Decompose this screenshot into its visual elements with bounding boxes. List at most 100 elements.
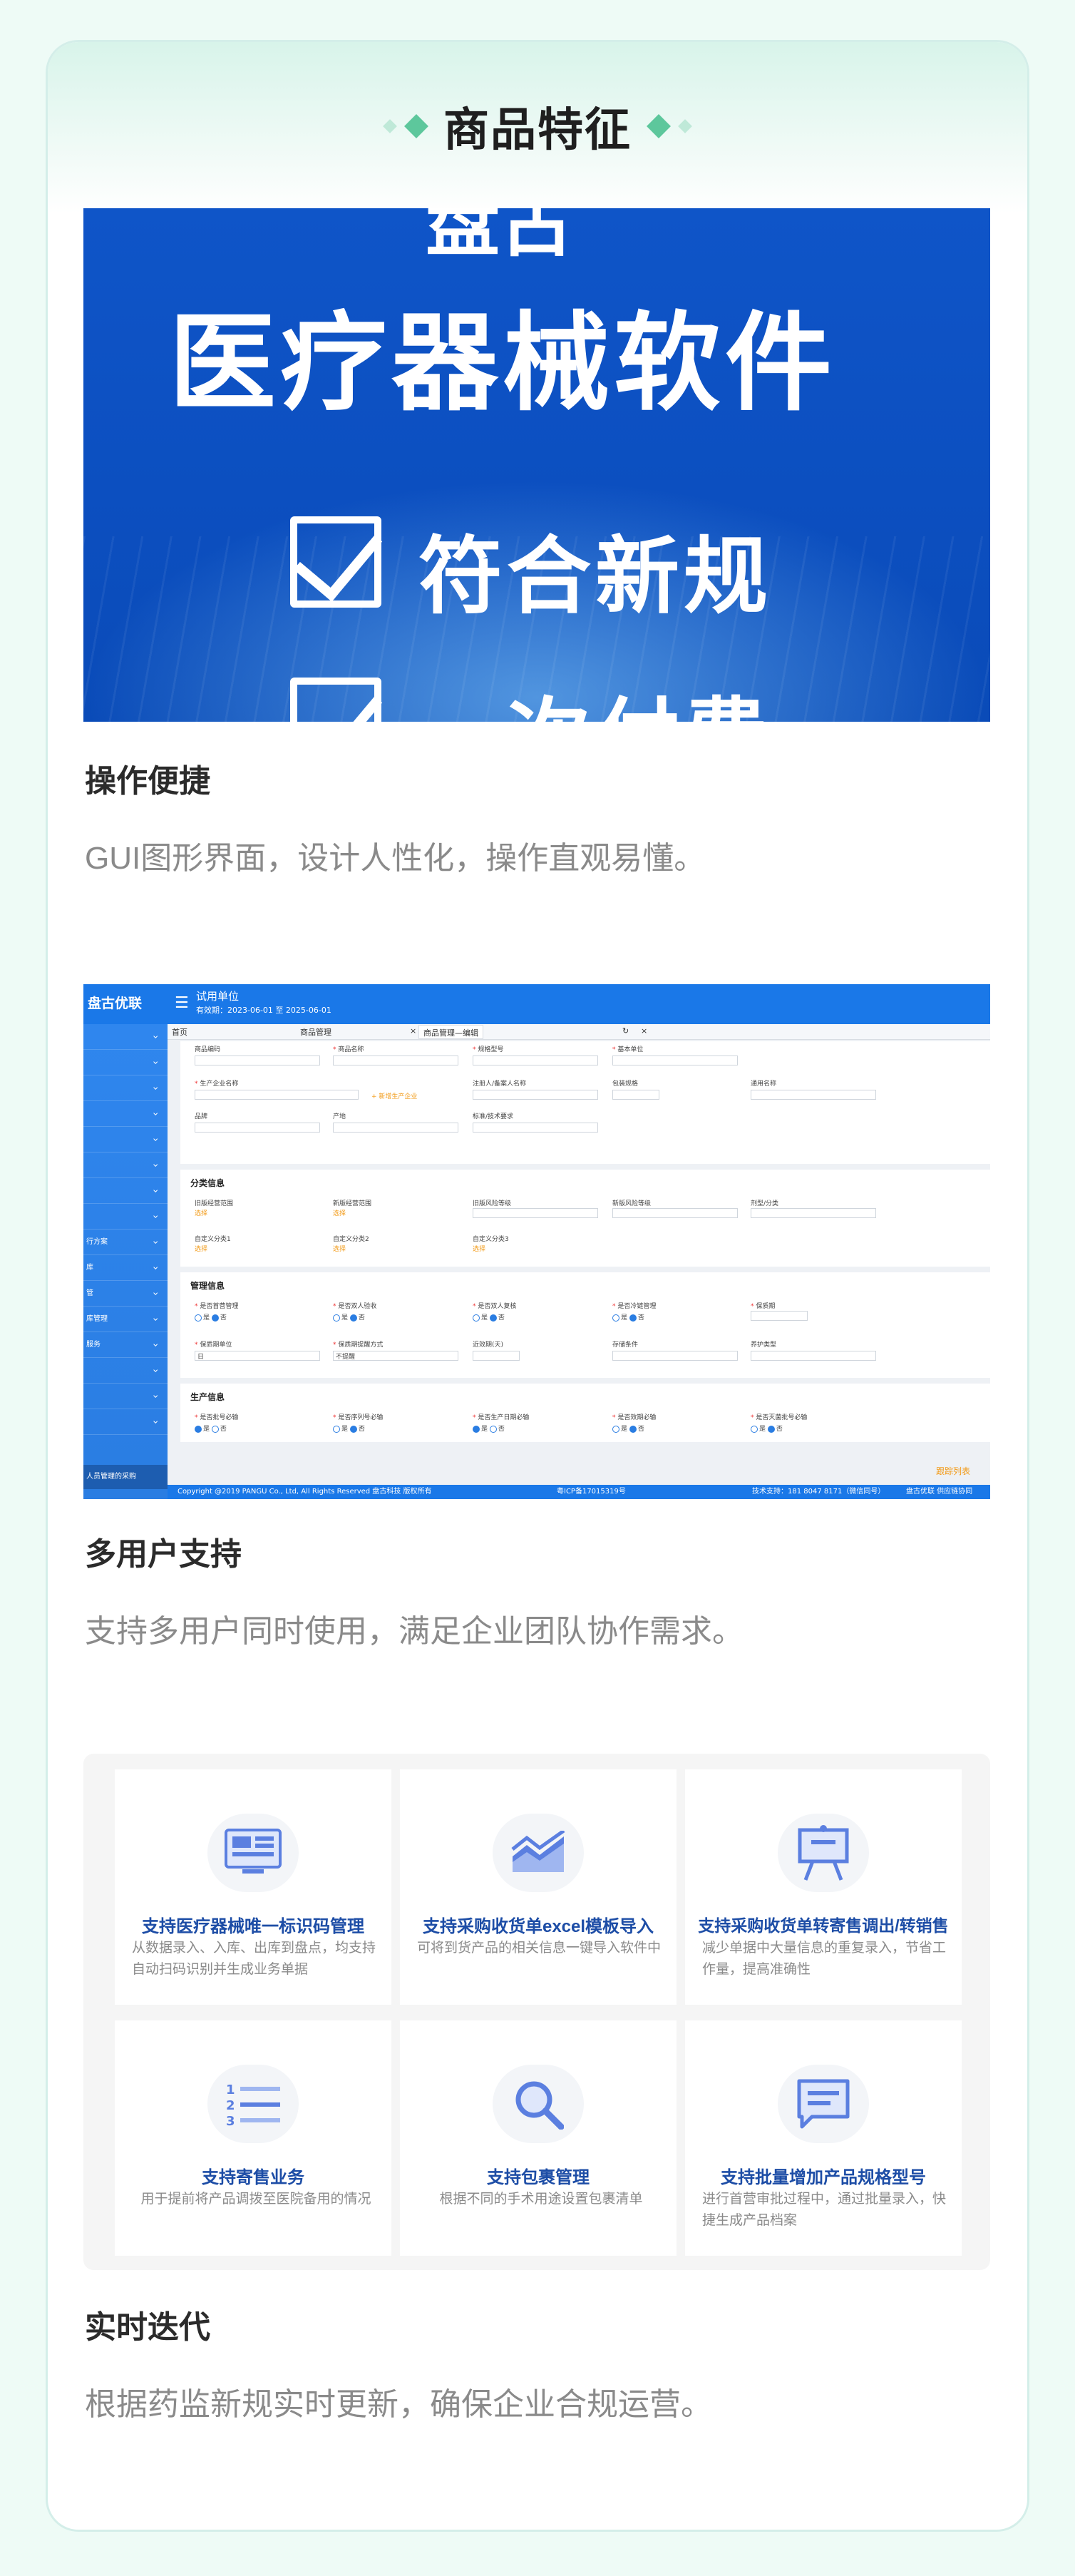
field-label: * 是否双人验收 — [333, 1303, 377, 1310]
menu-icon: ☰ — [175, 994, 189, 1012]
app-tab-home: 首页 — [172, 1028, 187, 1037]
hero-main-text: 医疗器械软件 — [169, 302, 837, 426]
field-label: 近效期(天) — [473, 1341, 504, 1349]
text-input — [333, 1123, 458, 1133]
field-label: * 是否灭菌批号必输 — [751, 1414, 808, 1421]
radio-group: 是 否 — [333, 1312, 365, 1322]
footer-copyright: Copyright @2019 PANGU Co., Ltd, All Righ… — [178, 1488, 432, 1496]
radio-group: 是 否 — [333, 1424, 365, 1433]
field-label: 自定义分类3 — [473, 1236, 509, 1243]
feature-title: 支持医疗器械唯一标识码管理 — [142, 1917, 364, 1936]
sidebar-item — [83, 1101, 168, 1127]
text-input — [333, 1056, 458, 1065]
sidebar-item — [83, 1384, 168, 1409]
feature-title: 支持批量增加产品规格型号 — [721, 2168, 926, 2187]
title-decoration-left — [383, 114, 428, 138]
select-link: 选择 — [195, 1246, 208, 1253]
feature-desc: 根据不同的手术用途设置包裹清单 — [439, 2192, 643, 2207]
sidebar-item: 库管理 — [83, 1307, 168, 1332]
product-features-card: 商品特征 盘古 医疗器械软件 符合新规 一次付费 操作便捷 GUI图形界面，设计… — [46, 40, 1029, 2532]
field-label: 品牌 — [195, 1113, 208, 1120]
select-input — [751, 1351, 876, 1361]
title-decoration-right — [647, 114, 692, 138]
text-input — [473, 1056, 598, 1065]
select-link: 选择 — [333, 1246, 346, 1253]
app-sidebar: 行方案 库 管 库管理 服务 人员管理的采购 — [83, 1024, 168, 1499]
section-desc-iteration: 根据药监新规实时更新，确保企业合规运营。 — [85, 2387, 712, 2422]
footer-support: 技术支持：181 8047 8171（微信同号） — [752, 1488, 885, 1496]
feature-card: 支持采购收货单转寄售调出/转销售 减少单据中大量信息的重复录入，节省工作量，提高… — [685, 1769, 962, 2005]
text-input — [195, 1056, 320, 1065]
classification-panel: 分类信息 旧版经营范围 选择 新版经营范围 选择 旧版风险等级 新版风险等级 剂… — [180, 1170, 990, 1267]
field-label: 产地 — [333, 1113, 346, 1120]
search-icon — [493, 2065, 584, 2143]
feature-desc: 用于提前将产品调拨至医院备用的情况 — [140, 2192, 371, 2207]
radio-group: 是 否 — [612, 1424, 644, 1433]
text-input — [473, 1351, 520, 1361]
field-label: * 商品名称 — [333, 1046, 364, 1053]
basic-info-panel: 商品编码 * 商品名称 * 规格型号 * 基本单位 * 生产企业名称 + 新增生… — [180, 1041, 990, 1164]
radio-group: 是 否 — [473, 1312, 505, 1322]
text-input — [751, 1090, 876, 1100]
section-title-multiuser: 多用户支持 — [85, 1536, 242, 1573]
production-panel: 生产信息 * 是否批号必输 是 否 * 是否序列号必输 是 否 * 是否生产日期… — [180, 1384, 990, 1442]
field-label: * 保质期提醒方式 — [333, 1341, 384, 1349]
field-label: 旧版经营范围 — [195, 1200, 234, 1207]
sidebar-item — [83, 1127, 168, 1152]
feature-desc: 从数据录入、入库、出库到盘点，均支持自动扫码识别并生成业务单据 — [132, 1941, 376, 1977]
close-icon: × — [410, 1026, 417, 1036]
feature-grid: 支持医疗器械唯一标识码管理 从数据录入、入库、出库到盘点，均支持自动扫码识别并生… — [83, 1754, 990, 2270]
app-footer: Copyright @2019 PANGU Co., Ltd, All Righ… — [168, 1485, 990, 1499]
select-input — [612, 1351, 738, 1361]
numbered-list-icon: 123 — [207, 2065, 299, 2143]
select-link: 选择 — [473, 1246, 486, 1253]
app-tab-goods-edit: 商品管理—编辑 — [418, 1025, 483, 1039]
hero-check-text-1: 符合新规 — [418, 527, 773, 625]
chart-icon — [493, 1814, 584, 1892]
app-tab-goods: 商品管理 — [300, 1028, 331, 1037]
field-label: * 生产企业名称 — [195, 1080, 239, 1088]
select-input: 不提醒 — [333, 1351, 458, 1361]
select-input — [612, 1056, 738, 1065]
panel-title: 管理信息 — [190, 1281, 225, 1291]
field-label: 自定义分类2 — [333, 1236, 369, 1243]
feature-title: 支持包裹管理 — [487, 2168, 590, 2187]
feature-desc: 减少单据中大量信息的重复录入，节省工作量，提高准确性 — [702, 1941, 947, 1977]
hero-check-text-2: 一次付费 — [418, 669, 772, 722]
section-title-iteration: 实时迭代 — [85, 2309, 210, 2346]
hero-brand-text: 盘古 — [426, 208, 575, 267]
sidebar-item — [83, 1204, 168, 1230]
select-input: 日 — [195, 1351, 320, 1361]
presentation-icon — [778, 1814, 869, 1892]
title-row: 商品特征 — [48, 91, 1027, 162]
field-label: 注册人/备案人名称 — [473, 1080, 527, 1088]
field-label: 新版风险等级 — [612, 1200, 652, 1207]
sidebar-item — [83, 1358, 168, 1384]
feature-title: 支持寄售业务 — [202, 2168, 304, 2187]
sidebar-item: 库 — [83, 1255, 168, 1281]
feature-card: 支持包裹管理 根据不同的手术用途设置包裹清单 — [400, 2020, 677, 2256]
text-input — [751, 1311, 808, 1321]
select-link: 选择 — [333, 1210, 346, 1217]
field-label: 商品编码 — [195, 1046, 221, 1053]
svg-text:1: 1 — [226, 2082, 235, 2097]
message-icon — [778, 2065, 869, 2143]
sidebar-item — [83, 1152, 168, 1178]
app-tabs: 首页 商品管理 × 商品管理—编辑 ↻ × — [168, 1024, 990, 1040]
feature-title: 支持采购收货单转寄售调出/转销售 — [698, 1916, 949, 1935]
feature-card: 支持采购收货单excel模板导入 可将到货产品的相关信息一键导入软件中 — [400, 1769, 677, 2005]
field-label: 存储条件 — [612, 1341, 639, 1349]
field-label: 养护类型 — [751, 1341, 777, 1349]
page-title: 商品特征 — [443, 104, 632, 157]
sidebar-item: 服务 — [83, 1332, 168, 1358]
feature-card: 123 支持寄售业务 用于提前将产品调拨至医院备用的情况 — [115, 2020, 391, 2256]
sidebar-item — [83, 1050, 168, 1075]
field-label: * 是否首营管理 — [195, 1303, 239, 1310]
section-desc-multiuser: 支持多用户同时使用，满足企业团队协作需求。 — [85, 1614, 744, 1649]
field-label: * 保质期单位 — [195, 1341, 232, 1349]
add-company-link: + 新增生产企业 — [371, 1093, 418, 1100]
app-unit: 试用单位 — [196, 990, 240, 1003]
field-label: * 规格型号 — [473, 1046, 504, 1053]
footer-icp: 粤ICP备17015319号 — [557, 1488, 626, 1496]
field-label: * 是否冷链管理 — [612, 1303, 657, 1310]
